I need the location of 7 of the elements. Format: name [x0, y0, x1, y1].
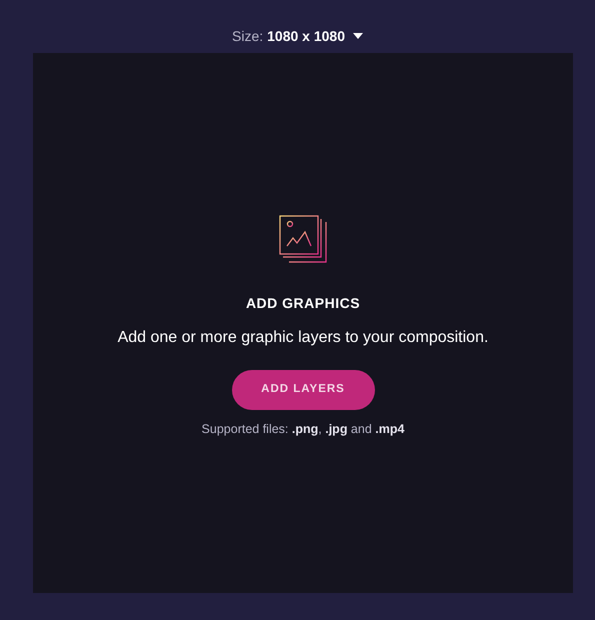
size-dropdown[interactable]: Size: 1080 x 1080 [232, 26, 363, 46]
supported-files-note: Supported files: .png, .jpg and .mp4 [202, 421, 404, 438]
empty-state-title: ADD GRAPHICS [246, 294, 360, 313]
empty-state-description: Add one or more graphic layers to your composition. [118, 328, 488, 348]
caret-icon [352, 33, 363, 39]
image-layers-icon [279, 215, 327, 263]
add-layers-button[interactable]: ADD LAYERS [232, 370, 374, 410]
